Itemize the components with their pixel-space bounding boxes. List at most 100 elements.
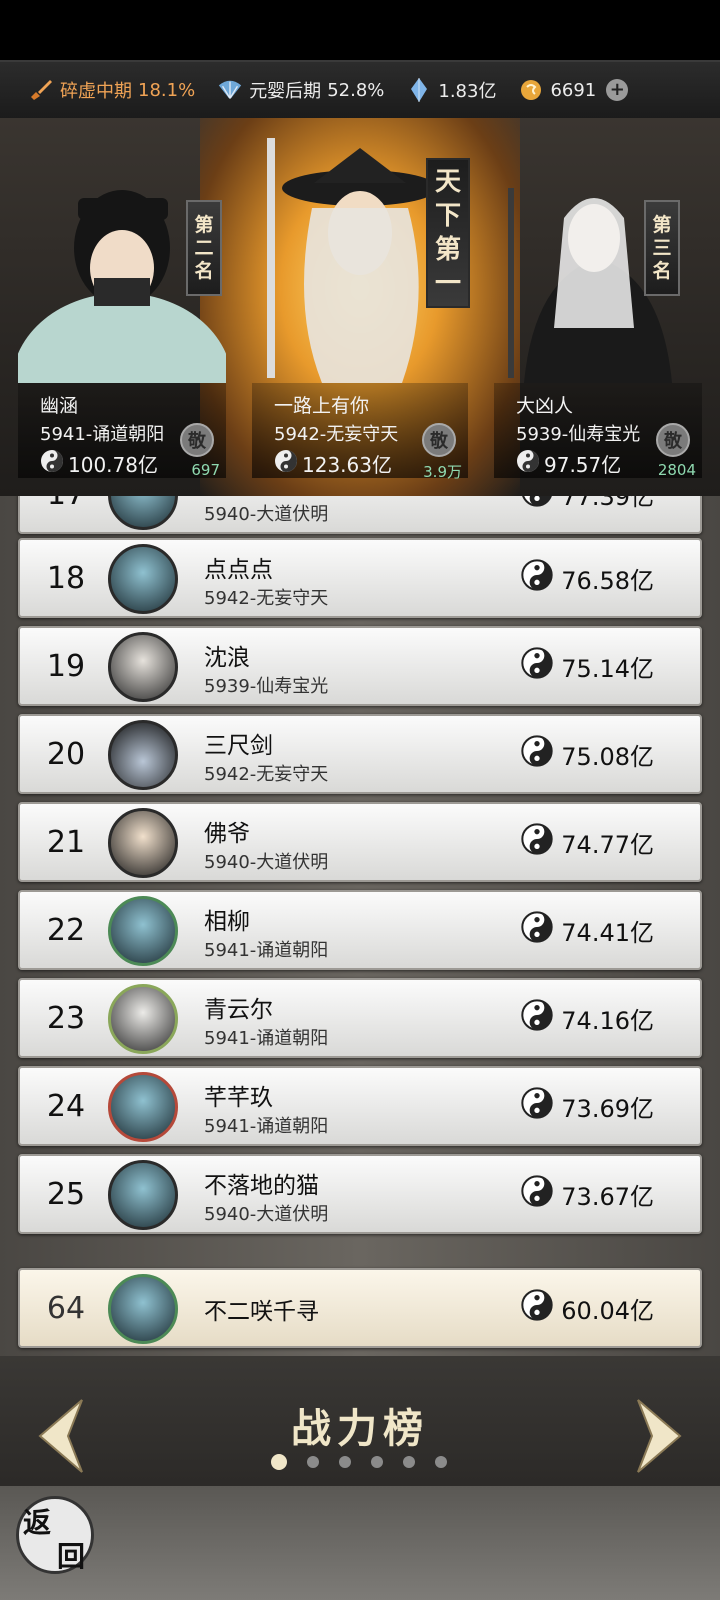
rank-number: 22 (46, 912, 86, 948)
combat-power: 74.77亿 (521, 804, 654, 880)
yinyang-icon (521, 735, 553, 773)
rank-number: 20 (46, 736, 86, 772)
yinyang-icon (521, 1175, 553, 1213)
rank-number: 19 (46, 648, 86, 684)
back-label-2: 回 (57, 1540, 86, 1573)
leaderboard-title: 战力榜 (291, 1405, 429, 1452)
combat-power: 73.69亿 (521, 1068, 654, 1144)
ranking-row[interactable]: 21 佛爷 5940-大道伏明 74.77亿 (18, 802, 702, 882)
avatar[interactable] (108, 808, 178, 878)
combat-power: 75.08亿 (521, 716, 654, 792)
realm-progress-2[interactable]: 元婴后期 52.8% (217, 77, 384, 103)
sword-icon (28, 77, 54, 103)
realm-progress-1[interactable]: 碎虚中期 18.1% (28, 77, 195, 103)
rank-banner: 第三名 (644, 200, 680, 296)
respect-button[interactable]: 敬 (180, 423, 214, 457)
avatar[interactable] (108, 896, 178, 966)
page-dot[interactable] (403, 1456, 415, 1468)
player-name: 不落地的猫 (204, 1173, 319, 1199)
yinyang-icon (521, 999, 553, 1037)
coin-amount: 6691 (550, 79, 597, 101)
avatar[interactable] (108, 632, 178, 702)
ranking-row[interactable]: 18 点点点 5942-无妄守天 76.58亿 (18, 538, 702, 618)
page-indicator (271, 1454, 467, 1470)
ranking-list[interactable]: 17 5940-大道伏明 77.39亿 18 点点点 5942-无妄守天 76.… (0, 496, 720, 1356)
podium-first[interactable]: 天下第一 一路上有你 5942-无妄守天 123.63亿 敬 3.9万 (252, 118, 470, 481)
podium-second[interactable]: 第二名 幽涵 5941-诵道朝阳 100.78亿 敬 697 (12, 118, 232, 479)
top-black-bar (0, 0, 720, 60)
back-label-1: 返 (23, 1506, 52, 1539)
ranking-row[interactable]: 17 5940-大道伏明 77.39亿 (18, 496, 702, 534)
yinyang-icon (521, 647, 553, 685)
next-leaderboard-button[interactable] (632, 1396, 686, 1476)
page-dot[interactable] (271, 1454, 287, 1470)
avatar[interactable] (108, 1160, 178, 1230)
crystal-balance[interactable]: 1.83亿 (406, 77, 496, 103)
rank-number: 64 (46, 1290, 86, 1326)
player-name: 不二咲千寻 (204, 1299, 319, 1325)
ranking-row[interactable]: 23 青云尔 5941-诵道朝阳 74.16亿 (18, 978, 702, 1058)
respect-count: 3.9万 (423, 463, 462, 481)
player-server: 5941-诵道朝阳 (204, 1116, 329, 1137)
player-server: 5942-无妄守天 (204, 588, 329, 609)
avatar[interactable] (108, 984, 178, 1054)
player-server: 5940-大道伏明 (204, 852, 329, 873)
yinyang-icon (521, 823, 553, 861)
avatar[interactable] (108, 544, 178, 614)
realm-percent: 18.1% (138, 79, 196, 101)
add-coins-button[interactable]: + (606, 79, 629, 101)
player-name: 芊芊玖 (204, 1085, 273, 1111)
avatar[interactable] (108, 720, 178, 790)
resource-bar: 碎虚中期 18.1% 元婴后期 52.8% 1.83亿 6691 + (0, 60, 720, 118)
player-name: 沈浪 (204, 645, 250, 671)
page-dot[interactable] (307, 1456, 319, 1468)
player-server: 5939-仙寿宝光 (204, 676, 329, 697)
player-server: 5941-诵道朝阳 (204, 940, 329, 961)
page-dot[interactable] (371, 1456, 383, 1468)
player-name: 佛爷 (204, 821, 250, 847)
yinyang-icon (40, 449, 64, 478)
player-name: 大凶人 (516, 395, 574, 417)
my-ranking-row[interactable]: 64 不二咲千寻 60.04亿 (18, 1268, 702, 1348)
player-info: 一路上有你 5942-无妄守天 123.63亿 敬 3.9万 (252, 383, 468, 481)
ranking-row[interactable]: 25 不落地的猫 5940-大道伏明 73.67亿 (18, 1154, 702, 1234)
respect-button[interactable]: 敬 (422, 423, 456, 457)
bottom-bar (0, 1486, 720, 1600)
fan-icon (217, 77, 243, 103)
respect-count: 2804 (657, 461, 696, 479)
combat-power: 76.58亿 (521, 540, 654, 616)
ranking-row[interactable]: 20 三尺剑 5942-无妄守天 75.08亿 (18, 714, 702, 794)
rank-banner: 第二名 (186, 200, 222, 296)
player-server: 5942-无妄守天 (204, 764, 329, 785)
yinyang-icon (521, 1289, 553, 1327)
yinyang-icon (516, 449, 540, 478)
coin-balance[interactable]: 6691 + (518, 77, 629, 103)
respect-button[interactable]: 敬 (656, 423, 690, 457)
page-dot[interactable] (339, 1456, 351, 1468)
avatar[interactable] (108, 1274, 178, 1344)
yinyang-icon (521, 1087, 553, 1125)
player-name: 点点点 (204, 557, 273, 583)
realm-name: 碎虚中期 (60, 81, 132, 102)
avatar[interactable] (108, 496, 178, 530)
avatar[interactable] (108, 1072, 178, 1142)
rank-number: 21 (46, 824, 86, 860)
coin-icon (518, 77, 544, 103)
ranking-row[interactable]: 24 芊芊玖 5941-诵道朝阳 73.69亿 (18, 1066, 702, 1146)
player-info: 幽涵 5941-诵道朝阳 100.78亿 敬 697 (18, 383, 226, 479)
respect-count: 697 (191, 461, 220, 479)
ranking-row[interactable]: 22 相柳 5941-诵道朝阳 74.41亿 (18, 890, 702, 970)
realm-percent: 52.8% (327, 79, 385, 101)
ranking-row[interactable]: 19 沈浪 5939-仙寿宝光 75.14亿 (18, 626, 702, 706)
champion-banner: 天下第一 (426, 158, 470, 308)
player-name: 相柳 (204, 909, 250, 935)
rank-number: 17 (20, 496, 112, 532)
back-button[interactable]: 返 回 (16, 1496, 94, 1574)
player-server: 5941-诵道朝阳 (204, 1028, 329, 1049)
combat-power: 74.16亿 (521, 980, 654, 1056)
combat-power: 60.04亿 (521, 1270, 654, 1346)
podium-third[interactable]: 第三名 大凶人 5939-仙寿宝光 97.57亿 敬 2804 (494, 118, 702, 479)
realm-name: 元婴后期 (249, 81, 322, 102)
player-name: 青云尔 (204, 997, 273, 1023)
page-dot[interactable] (435, 1456, 447, 1468)
